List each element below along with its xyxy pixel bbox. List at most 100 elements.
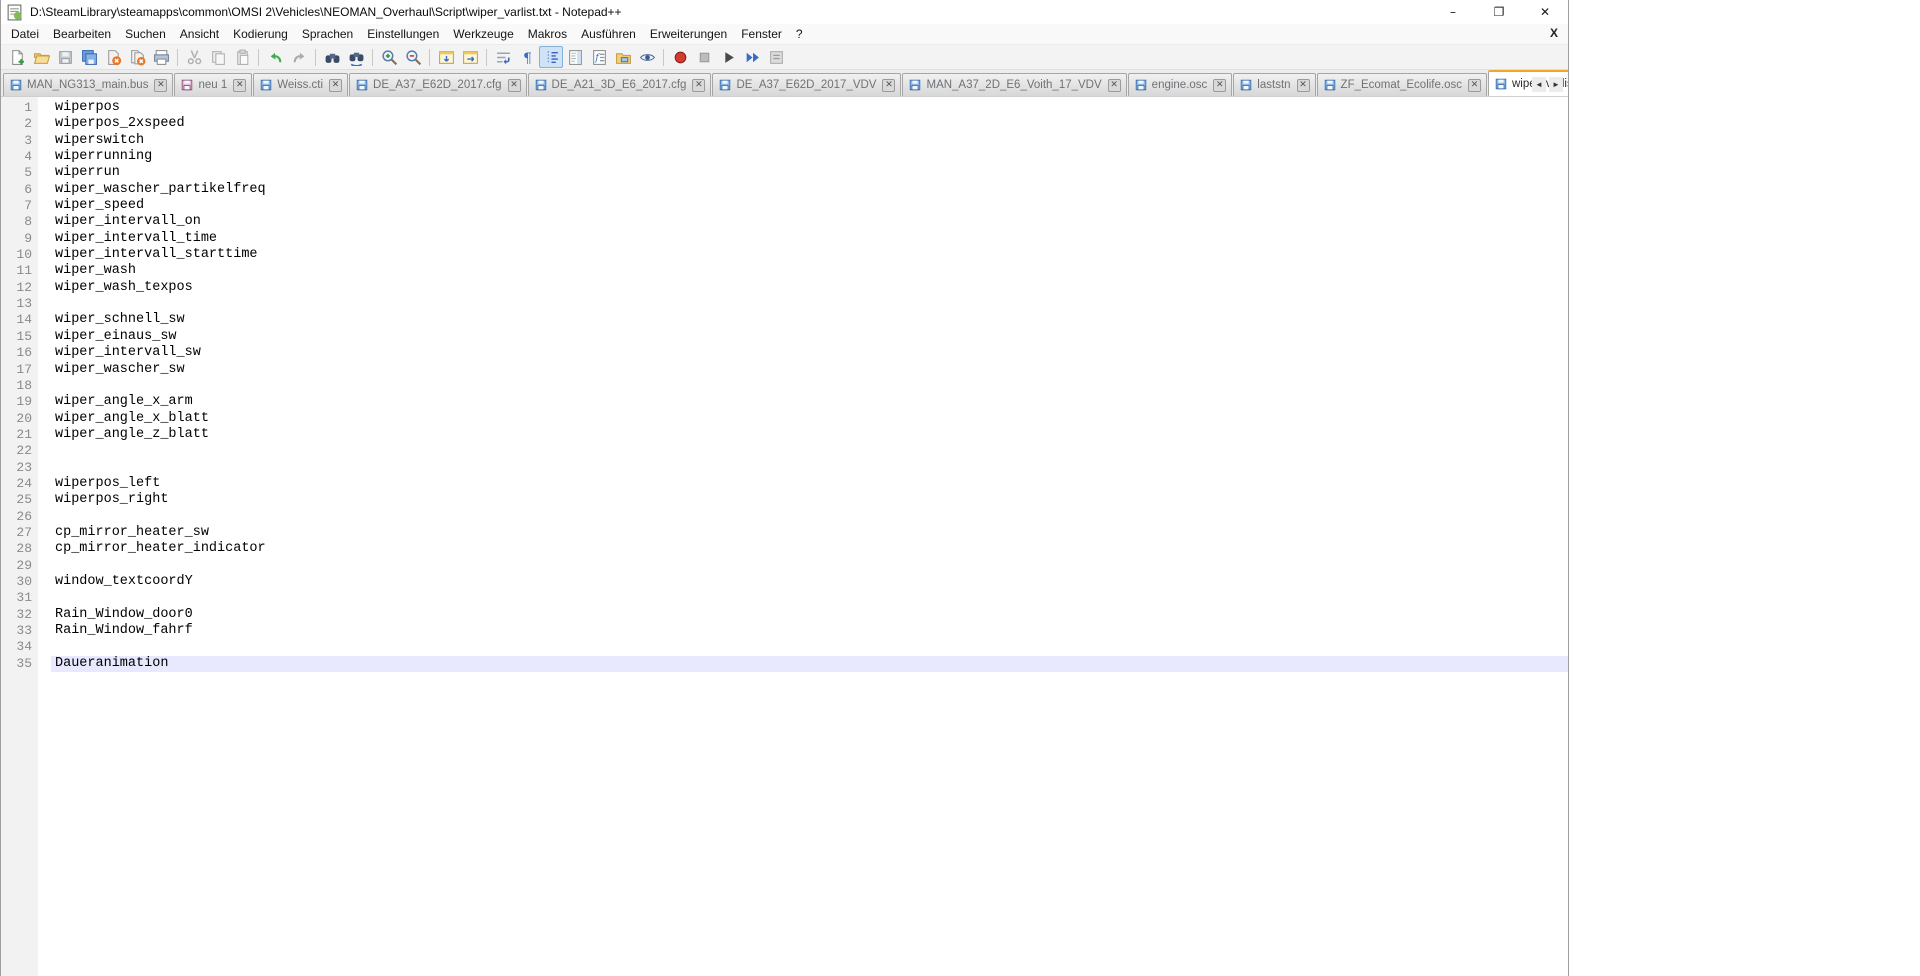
editor-pane[interactable]: 1234567891011121314151617181920212223242… xyxy=(1,97,1568,976)
code-line-30[interactable]: window_textcoordY xyxy=(51,574,1568,590)
tab-scroll-left-icon[interactable]: ◄ xyxy=(1532,77,1546,92)
tab-close-icon[interactable]: ✕ xyxy=(882,79,895,92)
tab-close-icon[interactable]: ✕ xyxy=(233,79,246,92)
menubar-close-icon[interactable]: X xyxy=(1550,26,1558,40)
close-file-button[interactable] xyxy=(101,46,125,68)
code-line-21[interactable]: wiper_angle_z_blatt xyxy=(51,427,1568,443)
macro-play-button[interactable] xyxy=(716,46,740,68)
code-line-35[interactable]: Daueranimation xyxy=(51,656,1568,672)
tab-close-icon[interactable]: ✕ xyxy=(1297,79,1310,92)
print-button[interactable] xyxy=(149,46,173,68)
code-line-29[interactable] xyxy=(51,558,1568,574)
menu-makros[interactable]: Makros xyxy=(521,25,574,43)
code-line-22[interactable] xyxy=(51,443,1568,459)
find-button[interactable] xyxy=(320,46,344,68)
replace-button[interactable] xyxy=(344,46,368,68)
code-line-8[interactable]: wiper_intervall_on xyxy=(51,214,1568,230)
code-line-15[interactable]: wiper_einaus_sw xyxy=(51,329,1568,345)
menu-ausf-hren[interactable]: Ausführen xyxy=(574,25,643,43)
code-line-9[interactable]: wiper_intervall_time xyxy=(51,231,1568,247)
code-line-33[interactable]: Rain_Window_fahrf xyxy=(51,623,1568,639)
menu-erweiterungen[interactable]: Erweiterungen xyxy=(643,25,734,43)
code-line-12[interactable]: wiper_wash_texpos xyxy=(51,280,1568,296)
maximize-button[interactable]: ❐ xyxy=(1476,0,1522,24)
macro-record-button[interactable] xyxy=(668,46,692,68)
menu-sprachen[interactable]: Sprachen xyxy=(295,25,360,43)
menu-help[interactable]: ? xyxy=(789,25,810,43)
code-line-32[interactable]: Rain_Window_door0 xyxy=(51,607,1568,623)
show-all-characters-button[interactable]: ¶ xyxy=(515,46,539,68)
zoom-out-button[interactable] xyxy=(401,46,425,68)
code-line-4[interactable]: wiperrunning xyxy=(51,149,1568,165)
code-line-31[interactable] xyxy=(51,590,1568,606)
menu-suchen[interactable]: Suchen xyxy=(118,25,173,43)
close-all-files-button[interactable] xyxy=(125,46,149,68)
code-line-17[interactable]: wiper_wascher_sw xyxy=(51,362,1568,378)
code-line-3[interactable]: wiperswitch xyxy=(51,133,1568,149)
code-line-27[interactable]: cp_mirror_heater_sw xyxy=(51,525,1568,541)
tab-close-icon[interactable]: ✕ xyxy=(508,79,521,92)
minimize-button[interactable]: – xyxy=(1430,0,1476,24)
code-line-18[interactable] xyxy=(51,378,1568,394)
code-line-5[interactable]: wiperrun xyxy=(51,165,1568,181)
code-line-34[interactable] xyxy=(51,639,1568,655)
monitoring-eye-button[interactable] xyxy=(635,46,659,68)
open-folder-button[interactable] xyxy=(29,46,53,68)
code-line-14[interactable]: wiper_schnell_sw xyxy=(51,312,1568,328)
save-all-button[interactable] xyxy=(77,46,101,68)
sync-vertical-scroll-button[interactable] xyxy=(434,46,458,68)
tab-close-icon[interactable]: ✕ xyxy=(692,79,705,92)
tab-close-icon[interactable]: ✕ xyxy=(1213,79,1226,92)
folder-as-workspace-button[interactable] xyxy=(611,46,635,68)
code-line-6[interactable]: wiper_wascher_partikelfreq xyxy=(51,182,1568,198)
tab-weiss-cti[interactable]: Weiss.cti✕ xyxy=(253,73,348,96)
menu-werkzeuge[interactable]: Werkzeuge xyxy=(446,25,520,43)
tab-close-icon[interactable]: ✕ xyxy=(329,79,342,92)
menu-einstellungen[interactable]: Einstellungen xyxy=(360,25,446,43)
menu-bearbeiten[interactable]: Bearbeiten xyxy=(46,25,118,43)
tab-de-a37-e62d-2017-vdv[interactable]: DE_A37_E62D_2017_VDV✕ xyxy=(712,73,901,96)
tab-laststn[interactable]: laststn✕ xyxy=(1233,73,1315,96)
code-line-13[interactable] xyxy=(51,296,1568,312)
menu-datei[interactable]: Datei xyxy=(4,25,46,43)
macro-run-multiple-button[interactable] xyxy=(740,46,764,68)
tab-de-a21-3d-e6-2017-cfg[interactable]: DE_A21_3D_E6_2017.cfg✕ xyxy=(528,73,712,96)
code-line-1[interactable]: wiperpos xyxy=(51,100,1568,116)
tab-man-ng313-main-bus[interactable]: MAN_NG313_main.bus✕ xyxy=(3,73,173,96)
window-title: D:\SteamLibrary\steamapps\common\OMSI 2\… xyxy=(30,5,622,19)
code-line-20[interactable]: wiper_angle_x_blatt xyxy=(51,411,1568,427)
tab-zf-ecomat-ecolife-osc[interactable]: ZF_Ecomat_Ecolife.osc✕ xyxy=(1317,73,1487,96)
code-line-23[interactable] xyxy=(51,460,1568,476)
code-line-7[interactable]: wiper_speed xyxy=(51,198,1568,214)
code-line-25[interactable]: wiperpos_right xyxy=(51,492,1568,508)
tab-close-icon[interactable]: ✕ xyxy=(1468,79,1481,92)
undo-button[interactable] xyxy=(263,46,287,68)
tab-engine-osc[interactable]: engine.osc✕ xyxy=(1128,73,1233,96)
tab-scroll-right-icon[interactable]: ► xyxy=(1549,77,1563,92)
code-line-19[interactable]: wiper_angle_x_arm xyxy=(51,394,1568,410)
code-area[interactable]: wiperposwiperpos_2xspeedwiperswitchwiper… xyxy=(51,97,1568,976)
code-line-16[interactable]: wiper_intervall_sw xyxy=(51,345,1568,361)
zoom-in-button[interactable] xyxy=(377,46,401,68)
sync-horizontal-scroll-button[interactable] xyxy=(458,46,482,68)
tab-man-a37-2d-e6-voith-17-vdv[interactable]: MAN_A37_2D_E6_Voith_17_VDV✕ xyxy=(902,73,1126,96)
menu-ansicht[interactable]: Ansicht xyxy=(173,25,226,43)
tab-close-icon[interactable]: ✕ xyxy=(1108,79,1121,92)
code-line-2[interactable]: wiperpos_2xspeed xyxy=(51,116,1568,132)
tab-de-a37-e62d-2017-cfg[interactable]: DE_A37_E62D_2017.cfg✕ xyxy=(349,73,527,96)
new-file-button[interactable] xyxy=(5,46,29,68)
menu-kodierung[interactable]: Kodierung xyxy=(226,25,295,43)
code-line-24[interactable]: wiperpos_left xyxy=(51,476,1568,492)
tab-neu-1[interactable]: neu 1✕ xyxy=(174,73,252,96)
code-line-10[interactable]: wiper_intervall_starttime xyxy=(51,247,1568,263)
tab-close-icon[interactable]: ✕ xyxy=(154,79,167,92)
close-button[interactable]: ✕ xyxy=(1522,0,1568,24)
document-map-button[interactable] xyxy=(563,46,587,68)
code-line-11[interactable]: wiper_wash xyxy=(51,263,1568,279)
code-line-28[interactable]: cp_mirror_heater_indicator xyxy=(51,541,1568,557)
code-line-26[interactable] xyxy=(51,509,1568,525)
function-list-button[interactable]: f xyxy=(587,46,611,68)
indent-guide-button[interactable] xyxy=(539,46,563,68)
menu-fenster[interactable]: Fenster xyxy=(734,25,789,43)
word-wrap-button[interactable] xyxy=(491,46,515,68)
